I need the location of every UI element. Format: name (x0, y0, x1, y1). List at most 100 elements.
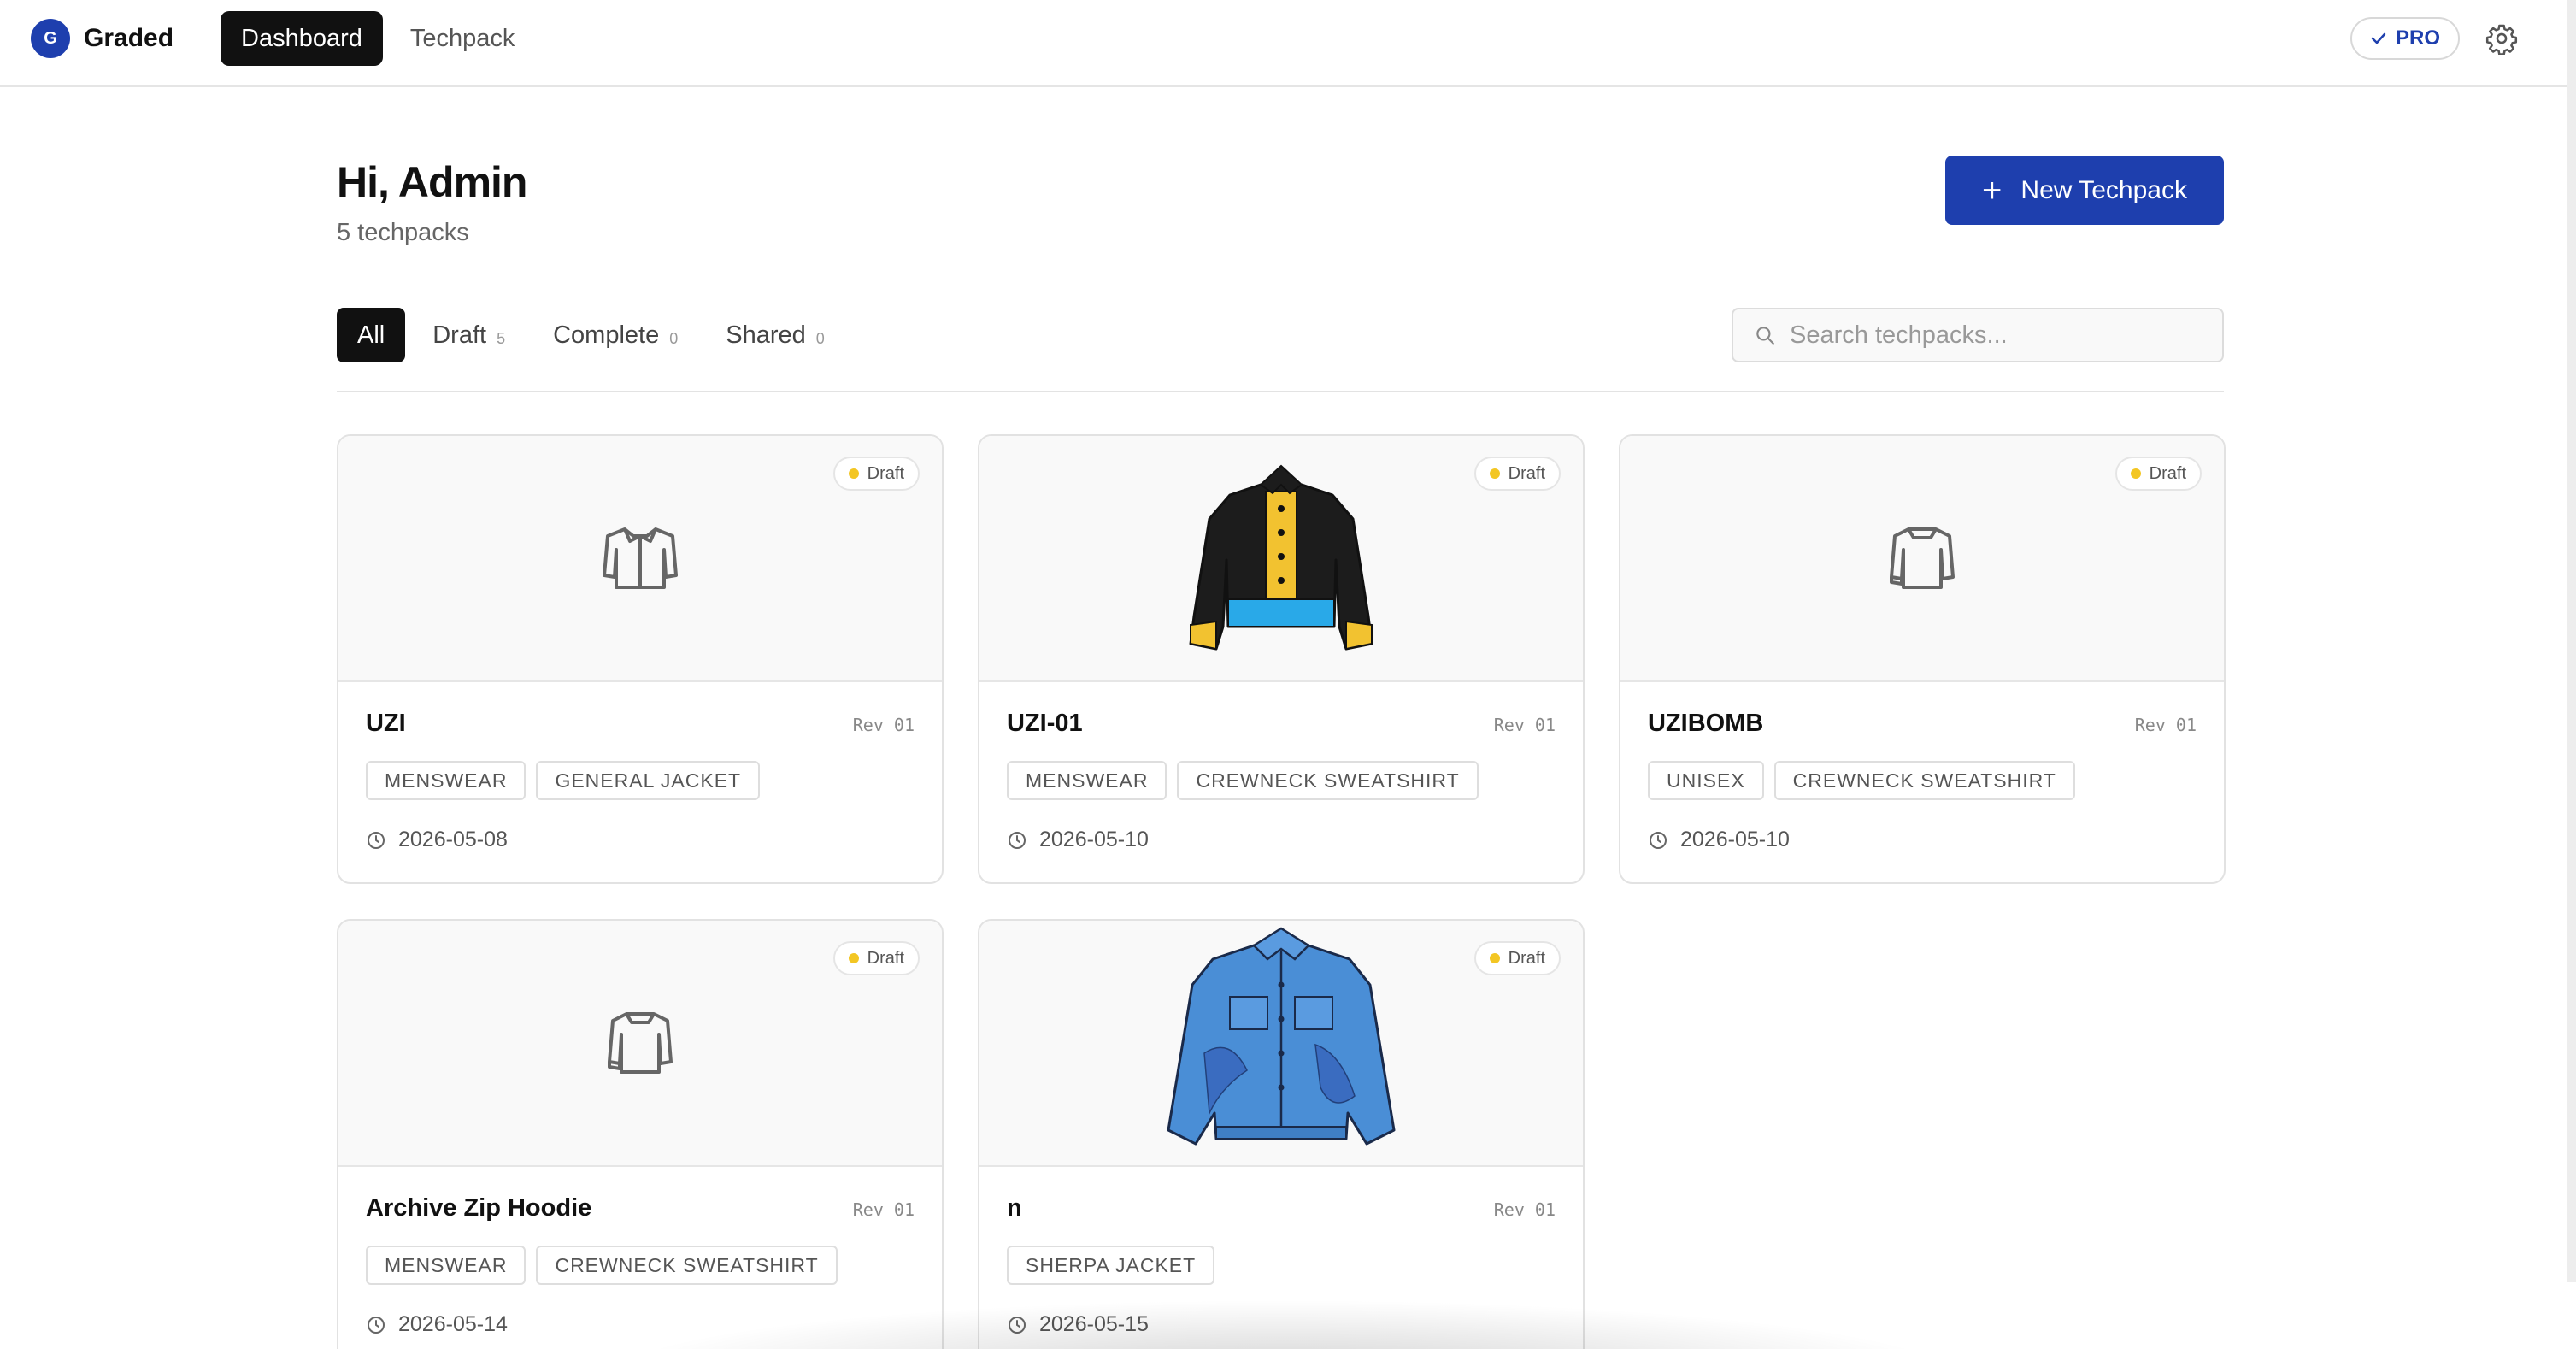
status-badge: Draft (1473, 457, 1561, 491)
card-revision: Rev 01 (1493, 715, 1556, 735)
filter-label: Shared (726, 321, 806, 349)
divider (337, 391, 2224, 392)
techpack-card[interactable]: Draft n Rev 01 SHERPA JACKET 2026-05-15 (978, 919, 1585, 1349)
search-box (1732, 308, 2224, 362)
status-label: Draft (1508, 948, 1545, 968)
card-tags: SHERPA JACKET (1007, 1246, 1215, 1285)
card-thumbnail: Draft (979, 436, 1583, 682)
techpack-card[interactable]: Draft UZI-01 Rev 01 MENSWEAR CREWNECK SW… (978, 434, 1585, 884)
date-label: 2026-05-10 (1680, 828, 1790, 851)
draft-dot-icon (1489, 468, 1500, 479)
scrollbar[interactable] (2567, 0, 2576, 1282)
new-techpack-label: New Techpack (2020, 175, 2187, 204)
status-badge: Draft (1473, 941, 1561, 975)
card-date: 2026-05-14 (366, 1312, 508, 1337)
date-label: 2026-05-14 (398, 1312, 508, 1336)
date-label: 2026-05-10 (1039, 828, 1149, 851)
card-thumbnail: Draft (1620, 436, 2224, 682)
card-tags: MENSWEAR CREWNECK SWEATSHIRT (366, 1246, 838, 1285)
card-date: 2026-05-10 (1007, 828, 1149, 852)
card-title: UZIBOMB (1648, 710, 1764, 737)
filter-label: All (357, 321, 385, 349)
status-label: Draft (867, 948, 904, 968)
clock-icon (1009, 831, 1026, 849)
card-revision: Rev 01 (1493, 1199, 1556, 1220)
check-icon (2371, 32, 2386, 44)
techpack-card[interactable]: Draft Archive Zip Hoodie Rev 01 MENSWEAR… (337, 919, 944, 1349)
clock-icon (368, 1316, 385, 1334)
brand-name: Graded (84, 24, 174, 52)
draft-dot-icon (848, 468, 859, 479)
tag: GENERAL JACKET (536, 761, 761, 800)
filter-count: 0 (669, 329, 679, 347)
tag: MENSWEAR (366, 761, 526, 800)
filter-draft[interactable]: Draft 5 (412, 308, 526, 362)
dashboard-page: G Graded Dashboard Techpack PRO Hi, Admi… (0, 0, 2576, 1349)
filter-shared[interactable]: Shared 0 (705, 308, 845, 362)
card-tags: UNISEX CREWNECK SWEATSHIRT (1648, 761, 2075, 800)
search-input[interactable] (1790, 321, 2200, 350)
card-tags: MENSWEAR CREWNECK SWEATSHIRT (1007, 761, 1479, 800)
tag: MENSWEAR (366, 1246, 526, 1285)
card-date: 2026-05-15 (1007, 1312, 1149, 1337)
card-thumbnail: Draft (338, 436, 942, 682)
card-tags: MENSWEAR GENERAL JACKET (366, 761, 761, 800)
brand[interactable]: G Graded (31, 18, 173, 59)
techpack-card[interactable]: Draft UZIBOMB Rev 01 UNISEX CREWNECK SWE… (1619, 434, 2226, 884)
draft-dot-icon (1489, 953, 1500, 963)
nav-dashboard[interactable]: Dashboard (221, 11, 383, 66)
card-revision: Rev 01 (852, 715, 915, 735)
sweatshirt-placeholder-icon (608, 1012, 673, 1074)
status-label: Draft (2149, 463, 2186, 483)
filter-tabs: All Draft 5 Complete 0 Shared 0 (337, 308, 852, 362)
status-label: Draft (867, 463, 904, 483)
clock-icon (368, 831, 385, 849)
black-yellow-jacket-image (1189, 464, 1373, 651)
card-title: n (1007, 1194, 1022, 1222)
search-icon (1756, 327, 1774, 345)
status-label: Draft (1508, 463, 1545, 483)
status-badge: Draft (832, 457, 920, 491)
tag: CREWNECK SWEATSHIRT (1773, 761, 2075, 800)
shirt-placeholder-icon (603, 527, 678, 589)
draft-dot-icon (2130, 468, 2141, 479)
top-navigation-bar: G Graded Dashboard Techpack PRO (0, 0, 2576, 87)
plus-icon: + (1982, 171, 2003, 209)
status-badge: Draft (832, 941, 920, 975)
filter-label: Draft (432, 321, 487, 349)
status-badge: Draft (2114, 457, 2202, 491)
filter-count: 5 (497, 329, 506, 347)
card-revision: Rev 01 (852, 1199, 915, 1220)
card-revision: Rev 01 (2134, 715, 2197, 735)
gear-icon[interactable] (2485, 22, 2518, 55)
filter-all[interactable]: All (337, 308, 406, 362)
techpack-count: 5 techpacks (337, 219, 469, 246)
filter-count: 0 (815, 329, 825, 347)
card-thumbnail: Draft (979, 921, 1583, 1167)
clock-icon (1009, 1316, 1026, 1334)
draft-dot-icon (848, 953, 859, 963)
tag: SHERPA JACKET (1007, 1246, 1215, 1285)
tag: CREWNECK SWEATSHIRT (536, 1246, 838, 1285)
sweatshirt-placeholder-icon (1890, 527, 1955, 589)
filter-complete[interactable]: Complete 0 (532, 308, 698, 362)
tag: MENSWEAR (1007, 761, 1167, 800)
date-label: 2026-05-08 (398, 828, 508, 851)
card-date: 2026-05-08 (366, 828, 508, 852)
tag: CREWNECK SWEATSHIRT (1177, 761, 1479, 800)
tag: UNISEX (1648, 761, 1764, 800)
nav-techpack[interactable]: Techpack (390, 11, 536, 66)
brand-logo-icon: G (31, 19, 70, 58)
main-nav: Dashboard Techpack (221, 11, 535, 66)
page-title: Hi, Admin (337, 158, 527, 206)
card-thumbnail: Draft (338, 921, 942, 1167)
card-title: UZI (366, 710, 406, 737)
filter-label: Complete (553, 321, 660, 349)
pro-label: PRO (2395, 27, 2440, 50)
card-title: Archive Zip Hoodie (366, 1194, 592, 1222)
clock-icon (1650, 831, 1667, 849)
techpack-card[interactable]: Draft UZI Rev 01 MENSWEAR GENERAL JACKET… (337, 434, 944, 884)
new-techpack-button[interactable]: + New Techpack (1945, 156, 2224, 225)
denim-jacket-image (1167, 927, 1396, 1146)
pro-badge[interactable]: PRO (2350, 17, 2460, 60)
